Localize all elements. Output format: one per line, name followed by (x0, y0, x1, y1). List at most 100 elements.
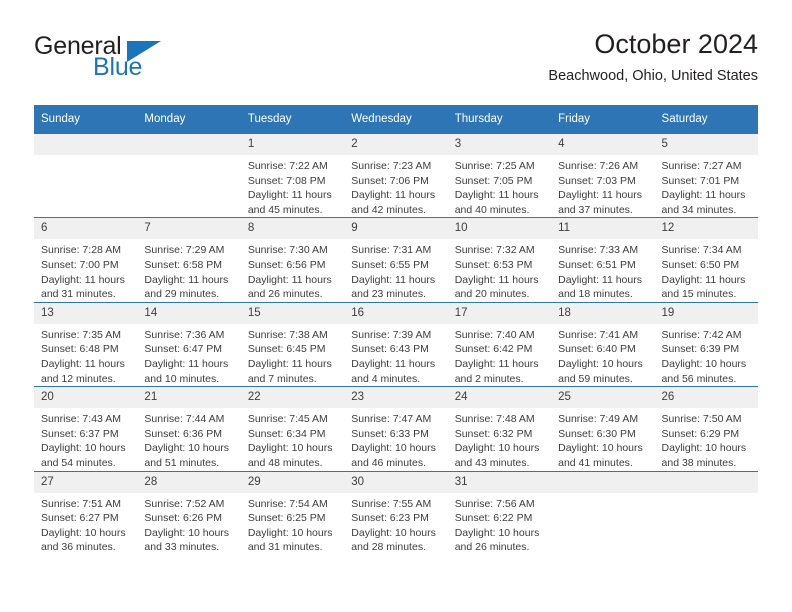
day-number: 21 (137, 387, 241, 409)
day-number: 7 (137, 218, 241, 240)
calendar-day-cell[interactable]: 20 Sunrise: 7:43 AM Sunset: 6:37 PM Dayligh… (34, 386, 138, 471)
sunrise-text: Sunrise: 7:36 AM (144, 328, 225, 341)
sunrise-text: Sunrise: 7:54 AM (247, 497, 328, 510)
sunset-text: Sunset: 7:08 PM (247, 174, 326, 187)
day-details: Sunrise: 7:27 AM Sunset: 7:01 PM Daylight:… (655, 155, 758, 217)
sunset-text: Sunset: 6:32 PM (454, 427, 533, 440)
calendar-day-cell[interactable]: 24 Sunrise: 7:48 AM Sunset: 6:32 PM Dayligh… (447, 386, 552, 471)
sunset-text: Sunset: 6:48 PM (41, 343, 119, 356)
day-number: 14 (137, 302, 241, 324)
calendar-day-cell[interactable]: 4 Sunrise: 7:26 AM Sunset: 7:03 PM Daylight… (551, 132, 655, 218)
calendar-day-cell[interactable]: 21 Sunrise: 7:44 AM Sunset: 6:36 PM Dayligh… (137, 386, 241, 471)
day-number: 6 (34, 218, 138, 240)
day-details: Sunrise: 7:25 AM Sunset: 7:05 PM Daylight:… (448, 155, 551, 217)
daylight-text-line1: Daylight: 11 hours (144, 273, 229, 286)
calendar-day-cell[interactable]: 8 Sunrise: 7:30 AM Sunset: 6:56 PM Daylight… (240, 217, 345, 303)
sunset-text: Sunset: 6:58 PM (144, 258, 223, 271)
day-number: 4 (551, 134, 655, 155)
weekday-row: Sunday Monday Tuesday Wednesday Thursday… (34, 105, 758, 134)
calendar-day-cell[interactable]: 28 Sunrise: 7:52 AM Sunset: 6:26 PM Dayligh… (137, 470, 241, 555)
sunrise-text: Sunrise: 7:25 AM (454, 160, 535, 172)
calendar-day-cell[interactable]: 3 Sunrise: 7:25 AM Sunset: 7:05 PM Daylight… (447, 132, 552, 218)
calendar-day-cell[interactable]: 9 Sunrise: 7:31 AM Sunset: 6:55 PM Daylight… (344, 217, 448, 303)
day-details: Sunrise: 7:32 AM Sunset: 6:53 PM Daylight:… (448, 239, 551, 301)
calendar-day-cell[interactable]: 18 Sunrise: 7:41 AM Sunset: 6:40 PM Dayligh… (551, 301, 655, 387)
day-number: 27 (34, 471, 138, 493)
daylight-text-line1: Daylight: 11 hours (351, 189, 436, 202)
daylight-text-line1: Daylight: 10 hours (247, 526, 333, 539)
daylight-text-line2: and 2 minutes. (454, 372, 524, 385)
sunrise-text: Sunrise: 7:38 AM (247, 328, 328, 341)
calendar-day-cell[interactable]: 25 Sunrise: 7:49 AM Sunset: 6:30 PM Dayligh… (551, 386, 655, 471)
sunrise-text: Sunrise: 7:33 AM (558, 244, 639, 257)
calendar-day-cell[interactable]: 31 Sunrise: 7:56 AM Sunset: 6:22 PM Dayligh… (447, 470, 552, 555)
calendar-day-cell[interactable]: 17 Sunrise: 7:40 AM Sunset: 6:42 PM Dayligh… (447, 301, 552, 387)
daylight-text-line2: and 18 minutes. (558, 288, 633, 301)
calendar-day-cell[interactable]: 1 Sunrise: 7:22 AM Sunset: 7:08 PM Daylight… (240, 132, 345, 218)
calendar-week-row: 1 Sunrise: 7:22 AM Sunset: 7:08 PM Daylight… (34, 132, 758, 218)
sunrise-text: Sunrise: 7:50 AM (661, 413, 742, 426)
weekday-sunday: Sunday (34, 105, 138, 134)
day-number: 1 (240, 134, 345, 155)
day-number: 28 (137, 471, 241, 493)
sunrise-text: Sunrise: 7:35 AM (41, 328, 121, 341)
day-number: 31 (447, 471, 552, 493)
calendar-day-cell[interactable]: 7 Sunrise: 7:29 AM Sunset: 6:58 PM Daylight… (137, 217, 241, 303)
daylight-text-line1: Daylight: 11 hours (41, 273, 125, 286)
calendar-day-cell[interactable]: 15 Sunrise: 7:38 AM Sunset: 6:45 PM Dayligh… (240, 301, 345, 387)
day-details (34, 155, 137, 159)
daylight-text-line2: and 15 minutes. (661, 288, 737, 301)
sunrise-text: Sunrise: 7:39 AM (351, 328, 432, 341)
calendar-day-cell[interactable]: 22 Sunrise: 7:45 AM Sunset: 6:34 PM Dayligh… (240, 386, 345, 471)
calendar-day-cell[interactable]: 16 Sunrise: 7:39 AM Sunset: 6:43 PM Dayligh… (344, 301, 448, 387)
calendar-day-cell[interactable]: 19 Sunrise: 7:42 AM Sunset: 6:39 PM Dayligh… (654, 301, 758, 387)
day-number (654, 471, 758, 493)
calendar-grid: Sunday Monday Tuesday Wednesday Thursday… (34, 105, 758, 555)
daylight-text-line2: and 37 minutes. (558, 203, 633, 216)
calendar-day-cell[interactable]: 6 Sunrise: 7:28 AM Sunset: 7:00 PM Daylight… (34, 217, 138, 303)
day-details: Sunrise: 7:56 AM Sunset: 6:22 PM Daylight:… (448, 493, 551, 555)
calendar-day-cell[interactable]: 2 Sunrise: 7:23 AM Sunset: 7:06 PM Daylight… (344, 132, 448, 218)
logo-text-blue: Blue (93, 53, 143, 81)
calendar-day-cell[interactable]: 13 Sunrise: 7:35 AM Sunset: 6:48 PM Dayligh… (34, 301, 138, 387)
weekday-friday: Friday (551, 105, 655, 134)
sunset-text: Sunset: 6:53 PM (454, 258, 533, 271)
calendar-day-cell[interactable]: 26 Sunrise: 7:50 AM Sunset: 6:29 PM Dayligh… (654, 386, 758, 471)
day-number: 8 (240, 218, 345, 240)
sunset-text: Sunset: 6:34 PM (247, 427, 326, 440)
daylight-text-line1: Daylight: 11 hours (454, 357, 539, 370)
calendar-day-cell[interactable]: 11 Sunrise: 7:33 AM Sunset: 6:51 PM Dayligh… (551, 217, 655, 303)
day-number: 26 (654, 387, 758, 409)
calendar-day-cell[interactable]: 14 Sunrise: 7:36 AM Sunset: 6:47 PM Dayligh… (137, 301, 241, 387)
daylight-text-line1: Daylight: 11 hours (247, 189, 332, 202)
calendar-day-cell[interactable]: 27 Sunrise: 7:51 AM Sunset: 6:27 PM Dayligh… (34, 470, 138, 555)
calendar-weekday-header: Sunday Monday Tuesday Wednesday Thursday… (34, 105, 758, 134)
daylight-text-line1: Daylight: 11 hours (247, 357, 332, 370)
day-number: 13 (34, 302, 138, 324)
day-number (551, 471, 655, 493)
day-number: 5 (654, 134, 758, 155)
day-details: Sunrise: 7:35 AM Sunset: 6:48 PM Daylight:… (34, 324, 137, 386)
sunset-text: Sunset: 6:47 PM (144, 343, 223, 356)
calendar-day-cell[interactable]: 30 Sunrise: 7:55 AM Sunset: 6:23 PM Dayligh… (344, 470, 448, 555)
daylight-text-line2: and 33 minutes. (144, 541, 220, 554)
calendar-day-cell[interactable]: 23 Sunrise: 7:47 AM Sunset: 6:33 PM Dayligh… (344, 386, 448, 471)
daylight-text-line2: and 54 minutes. (41, 456, 116, 469)
day-details: Sunrise: 7:48 AM Sunset: 6:32 PM Daylight:… (448, 408, 551, 470)
weekday-saturday: Saturday (654, 105, 758, 134)
day-number: 11 (551, 218, 655, 240)
day-number: 15 (240, 302, 345, 324)
calendar-day-cell[interactable]: 29 Sunrise: 7:54 AM Sunset: 6:25 PM Dayligh… (240, 470, 345, 555)
calendar-week-row: 27 Sunrise: 7:51 AM Sunset: 6:27 PM Dayligh… (34, 470, 758, 555)
calendar-week-row: 13 Sunrise: 7:35 AM Sunset: 6:48 PM Dayligh… (34, 301, 758, 387)
daylight-text-line2: and 56 minutes. (661, 372, 737, 385)
daylight-text-line1: Daylight: 11 hours (454, 189, 539, 202)
calendar-day-cell[interactable]: 10 Sunrise: 7:32 AM Sunset: 6:53 PM Dayligh… (447, 217, 552, 303)
daylight-text-line2: and 29 minutes. (144, 288, 220, 301)
day-details: Sunrise: 7:45 AM Sunset: 6:34 PM Daylight:… (241, 408, 344, 470)
daylight-text-line2: and 28 minutes. (351, 541, 426, 554)
calendar-day-cell[interactable]: 12 Sunrise: 7:34 AM Sunset: 6:50 PM Dayligh… (654, 217, 758, 303)
calendar-day-cell[interactable]: 5 Sunrise: 7:27 AM Sunset: 7:01 PM Daylight… (654, 132, 758, 218)
daylight-text-line1: Daylight: 11 hours (247, 273, 332, 286)
sunrise-text: Sunrise: 7:22 AM (247, 160, 328, 172)
